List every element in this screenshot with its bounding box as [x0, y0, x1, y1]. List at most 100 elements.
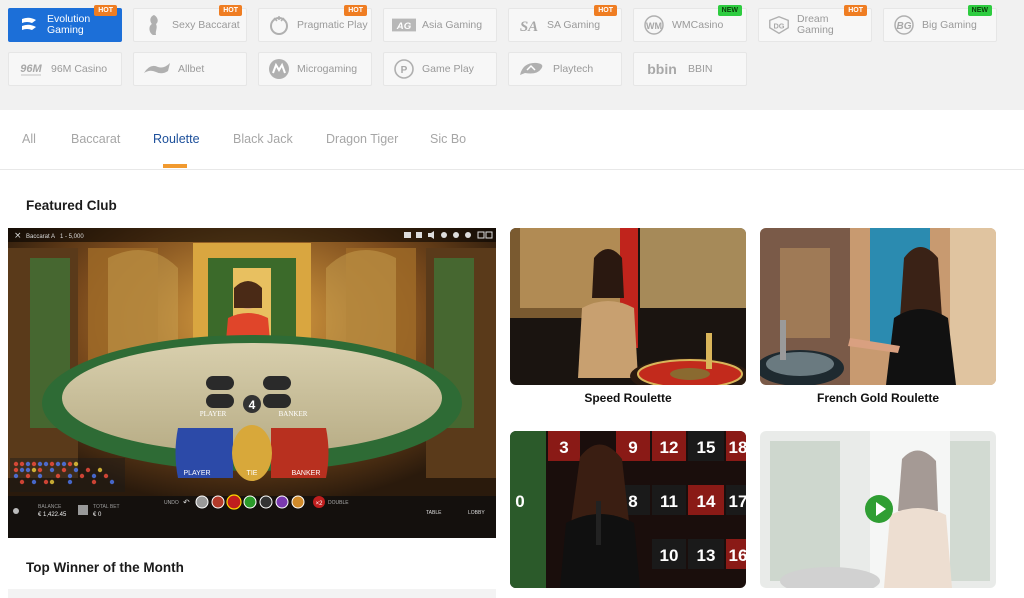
provider-dream-gaming[interactable]: DG Dream Gaming HOT: [758, 5, 872, 42]
svg-text:18: 18: [729, 438, 746, 457]
provider-game-play[interactable]: P Game Play: [383, 52, 497, 86]
pragmatic-play-logo-icon: [267, 14, 291, 36]
svg-text:14: 14: [697, 492, 716, 511]
svg-text:9: 9: [628, 438, 637, 457]
provider-name: Asia Gaming: [422, 18, 483, 31]
svg-text:96M: 96M: [20, 63, 42, 75]
game-play-logo-icon: P: [392, 58, 416, 80]
wmcasino-logo-icon: WM: [642, 14, 666, 36]
svg-text:8: 8: [628, 492, 637, 511]
sa-gaming-logo-icon: SA: [517, 14, 541, 36]
video-bet-limits: 1 - 5,000: [60, 234, 84, 240]
banker-bet-label: BANKER: [292, 470, 321, 477]
svg-text:bbin: bbin: [647, 61, 677, 77]
provider-name: Dream Gaming: [797, 13, 834, 36]
provider-evolution-gaming[interactable]: Evolution Gaming HOT: [8, 5, 122, 42]
active-tab-indicator: [163, 164, 187, 168]
hot-badge: HOT: [594, 5, 617, 16]
provider-name: WMCasino: [672, 18, 724, 31]
provider-name: Big Gaming: [922, 18, 977, 31]
svg-text:12: 12: [660, 438, 679, 457]
microgaming-logo-icon: [267, 58, 291, 80]
hot-badge: HOT: [844, 5, 867, 16]
allbet-logo-icon: [142, 58, 172, 80]
provider-name: Pragmatic Play: [297, 18, 368, 31]
asia-gaming-logo-icon: AG: [392, 14, 416, 36]
new-badge: NEW: [717, 5, 742, 16]
provider-wmcasino[interactable]: WM WMCasino NEW: [633, 5, 747, 42]
svg-text:BG: BG: [897, 21, 912, 32]
game-thumbnail: 3 9 12 15 18 0 8 11 14 17 10 13 16: [510, 431, 746, 588]
featured-club-heading: Featured Club: [26, 198, 117, 213]
svg-text:13: 13: [697, 546, 716, 565]
game-card-french-gold-roulette[interactable]: French Gold Roulette: [760, 228, 996, 405]
svg-text:AG: AG: [396, 21, 412, 32]
provider-name: Microgaming: [297, 62, 358, 75]
tab-all[interactable]: All: [22, 132, 36, 146]
tie-bet-label: TIE: [247, 470, 258, 477]
player-bet-label: PLAYER: [183, 470, 210, 477]
big-gaming-logo-icon: BG: [892, 14, 916, 36]
game-title: French Gold Roulette: [816, 391, 939, 405]
undo-label: UNDO: [164, 500, 179, 506]
game-thumbnail: [510, 228, 746, 385]
svg-text:3: 3: [559, 438, 568, 457]
svg-text:17: 17: [729, 492, 746, 511]
game-card-roulette-3[interactable]: 3 9 12 15 18 0 8 11 14 17 10 13 16: [510, 431, 746, 588]
svg-text:16: 16: [729, 546, 746, 565]
balance-value: € 1,422.45: [38, 512, 67, 518]
balance-label: BALANCE: [38, 504, 62, 510]
provider-microgaming[interactable]: Microgaming: [258, 52, 372, 86]
undo-icon: ↶: [182, 498, 190, 507]
svg-text:15: 15: [697, 438, 716, 457]
bbin-logo-icon: bbin: [642, 58, 682, 80]
provider-bbin[interactable]: bbin BBIN: [633, 52, 747, 86]
tab-baccarat[interactable]: Baccarat: [71, 132, 120, 146]
table-player-label: PLAYER: [200, 410, 227, 418]
play-icon[interactable]: [865, 495, 893, 523]
top-winner-heading: Top Winner of the Month: [26, 560, 184, 575]
tab-roulette[interactable]: Roulette: [153, 132, 200, 146]
svg-text:SA: SA: [520, 19, 538, 35]
evolution-logo-icon: [17, 14, 41, 36]
provider-big-gaming[interactable]: BG Big Gaming NEW: [883, 5, 997, 42]
double-icon: ×2: [316, 501, 324, 507]
provider-name: Evolution Gaming: [47, 13, 91, 36]
provider-sexy-baccarat[interactable]: Sexy Baccarat HOT: [133, 5, 247, 42]
svg-text:10: 10: [660, 546, 679, 565]
total-bet-value: € 0: [93, 512, 102, 518]
category-tabs: All Baccarat Roulette Black Jack Dragon …: [0, 110, 1024, 170]
road-map: [10, 458, 125, 492]
featured-live-table-video[interactable]: 4 PLAYER BANKER PLAYER TIE BANKER × Bacc…: [8, 228, 496, 538]
hot-badge: HOT: [219, 5, 242, 16]
tab-black-jack[interactable]: Black Jack: [233, 132, 293, 146]
playtech-logo-icon: [517, 58, 547, 80]
sexy-baccarat-logo-icon: [142, 14, 166, 36]
provider-96m-casino[interactable]: 96M 96M Casino: [8, 52, 122, 86]
provider-asia-gaming[interactable]: AG Asia Gaming: [383, 8, 497, 42]
dream-gaming-logo-icon: DG: [767, 14, 791, 36]
provider-name: Game Play: [422, 62, 474, 75]
provider-playtech[interactable]: Playtech: [508, 52, 622, 86]
provider-name: Playtech: [553, 62, 594, 75]
game-card-roulette-4[interactable]: [760, 431, 996, 588]
provider-name: Allbet: [178, 62, 205, 75]
total-bet-label: TOTAL BET: [93, 504, 120, 510]
provider-name: SA Gaming: [547, 18, 601, 31]
top-winner-list: [8, 589, 496, 598]
table-banker-label: BANKER: [279, 410, 308, 418]
tab-dragon-tiger[interactable]: Dragon Tiger: [326, 132, 398, 146]
lobby-button: LOBBY: [468, 510, 485, 516]
96m-logo-icon: 96M: [17, 58, 45, 80]
svg-text:DG: DG: [773, 22, 784, 31]
provider-sa-gaming[interactable]: SA SA Gaming HOT: [508, 5, 622, 42]
game-thumbnail: [760, 228, 996, 385]
provider-allbet[interactable]: Allbet: [133, 52, 247, 86]
round-number: 4: [249, 398, 256, 412]
close-video-icon: ×: [14, 231, 22, 241]
svg-text:11: 11: [660, 492, 678, 511]
game-card-speed-roulette[interactable]: Speed Roulette: [510, 228, 746, 405]
provider-pragmatic-play[interactable]: Pragmatic Play HOT: [258, 5, 372, 42]
tab-sic-bo[interactable]: Sic Bo: [430, 132, 466, 146]
provider-name: Sexy Baccarat: [172, 18, 240, 31]
